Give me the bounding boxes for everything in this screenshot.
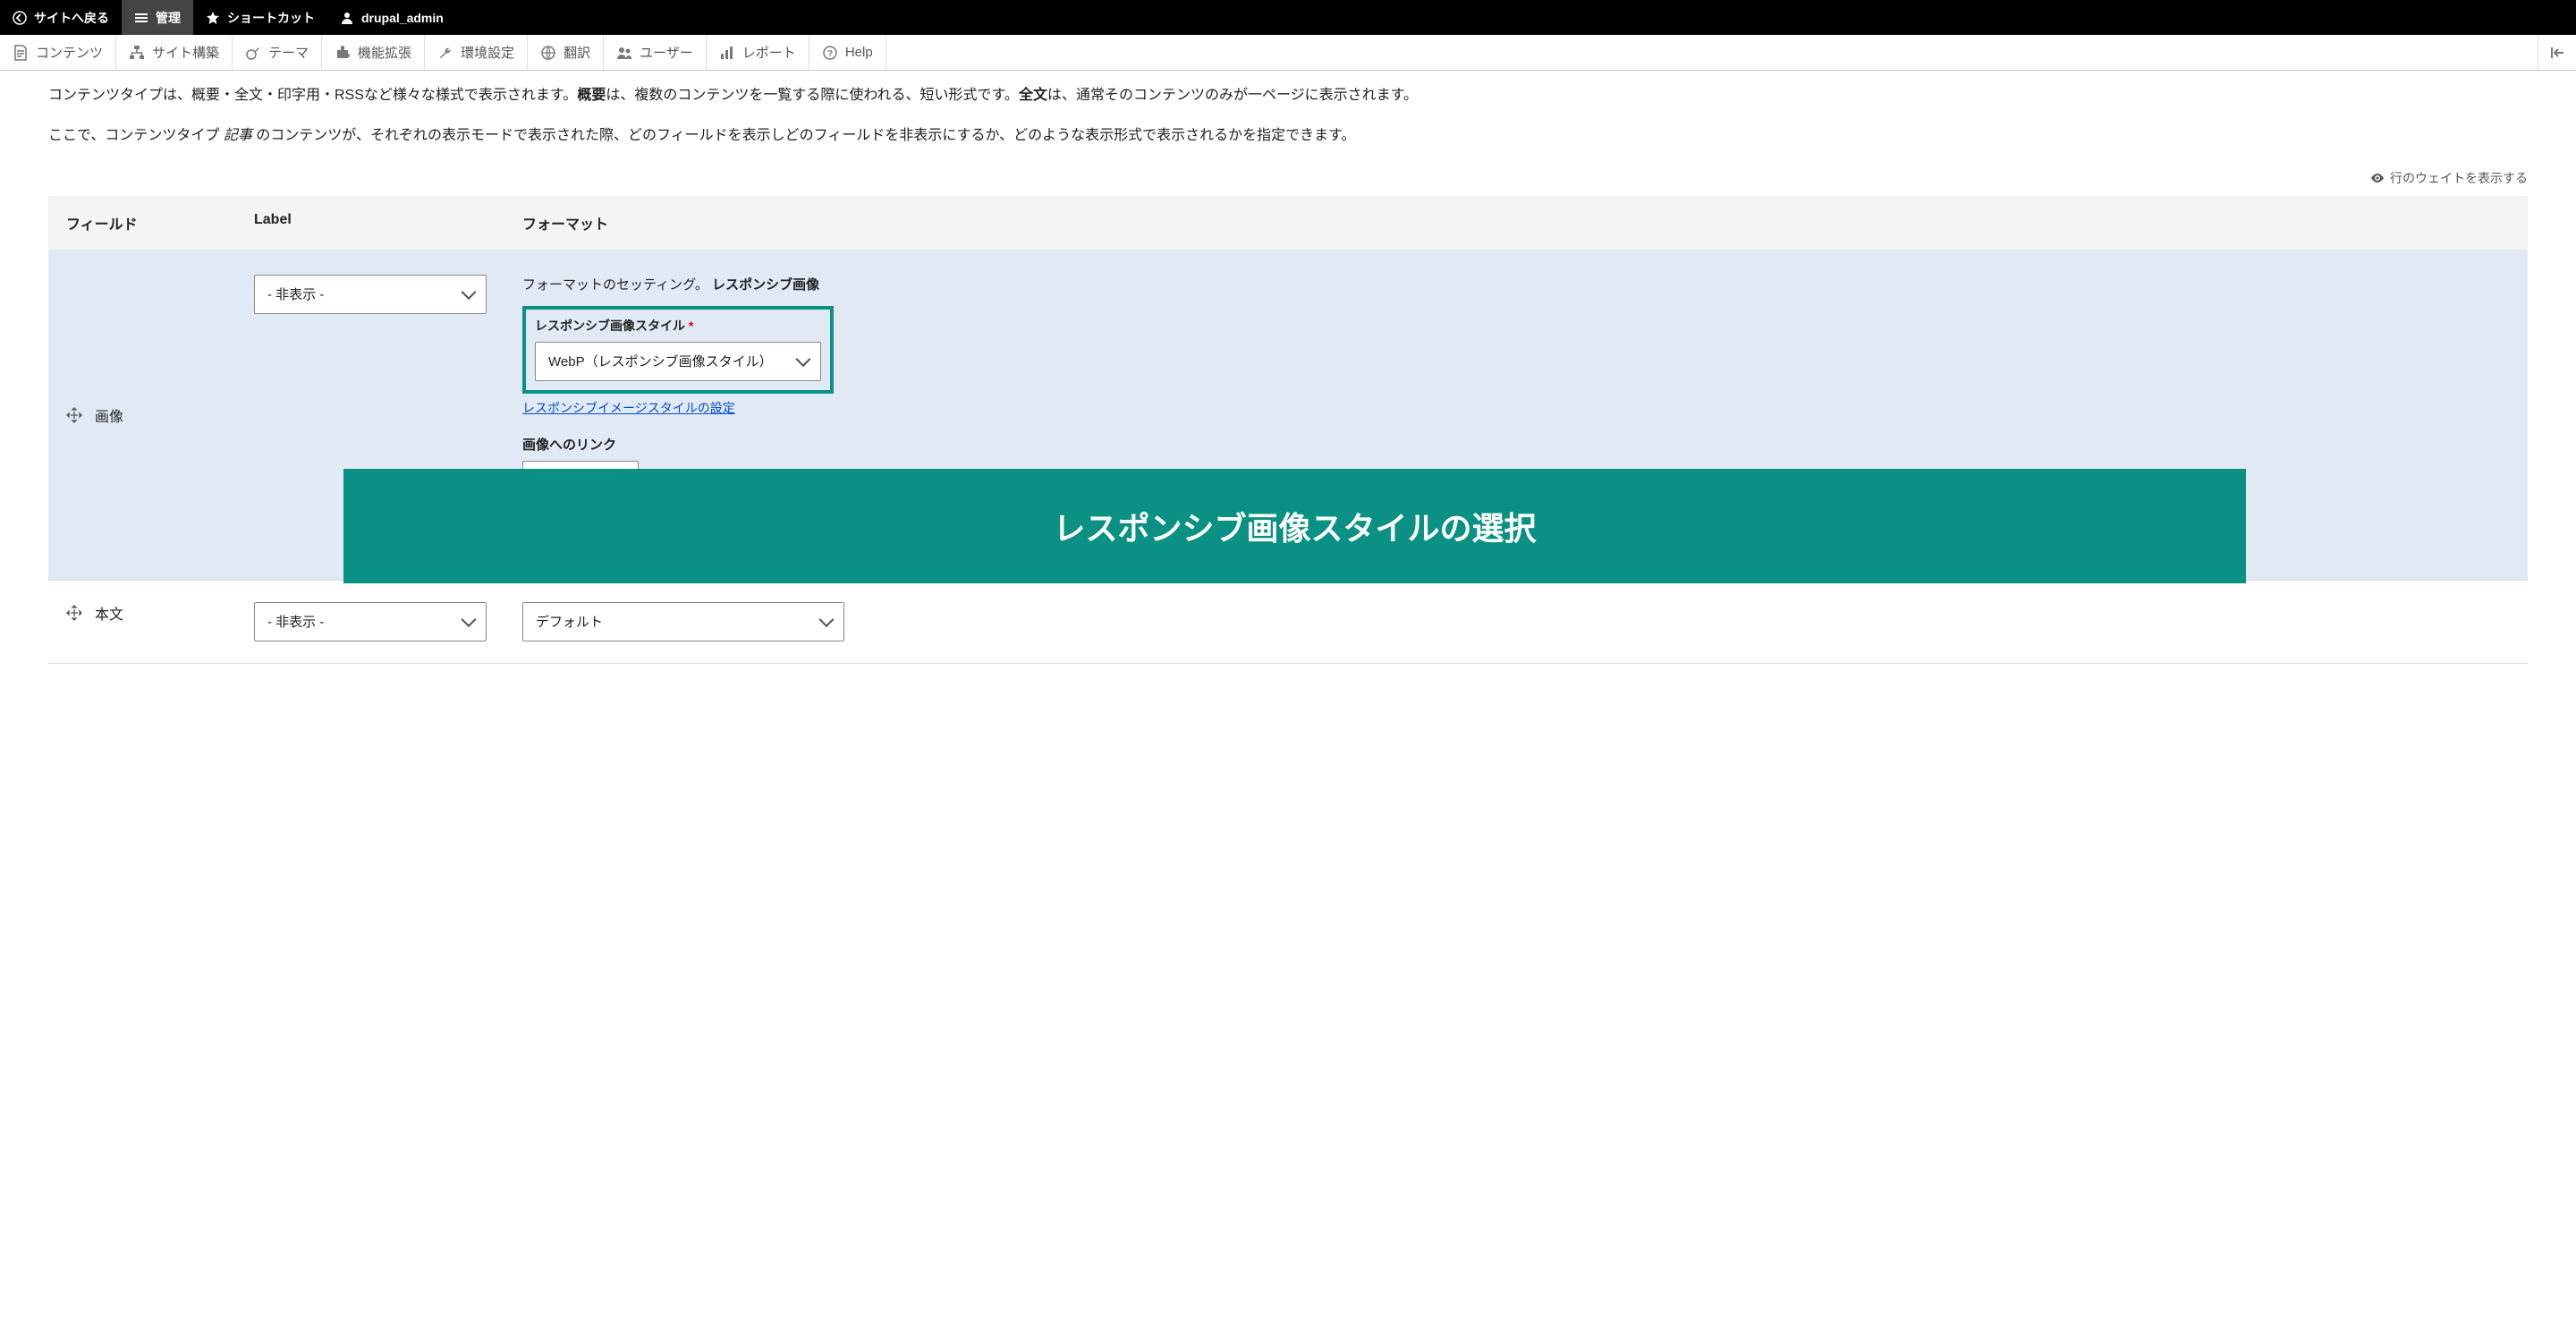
move-icon: [66, 407, 82, 423]
desc-p2-text-a: ここで、コンテンツタイプ: [48, 128, 224, 143]
toolbar-help[interactable]: ? Help: [809, 35, 886, 70]
toolbar-reports[interactable]: レポート: [707, 35, 809, 70]
show-row-weights-label: 行のウェイトを表示する: [2390, 169, 2528, 187]
description-p2: ここで、コンテンツタイプ 記事 のコンテンツが、それぞれの表示モードで表示された…: [48, 123, 2528, 148]
move-icon: [66, 605, 82, 621]
responsive-style-config-link[interactable]: レスポンシブイメージスタイルの設定: [522, 399, 735, 417]
reports-icon: [719, 45, 735, 61]
back-to-site-label: サイトへ戻る: [34, 9, 109, 27]
cell-format-image: フォーマットのセッティング。 レスポンシブ画像 レスポンシブ画像スタイル * W…: [522, 275, 2510, 500]
toolbar-appearance[interactable]: テーマ: [233, 35, 322, 70]
field-name-image: 画像: [95, 404, 123, 426]
desc-p1-bold-b: 概要: [577, 88, 606, 103]
toolbar-translation[interactable]: 翻訳: [528, 35, 604, 70]
toolbar-configuration-label: 環境設定: [461, 43, 514, 62]
drag-handle[interactable]: [66, 407, 82, 423]
toolbar-configuration[interactable]: 環境設定: [425, 35, 528, 70]
toolbar-content[interactable]: コンテンツ: [0, 35, 116, 70]
toolbar-translation-label: 翻訳: [564, 43, 590, 62]
user-button[interactable]: drupal_admin: [327, 0, 456, 35]
extend-icon: [335, 45, 351, 61]
desc-p1-text-c: は、複数のコンテンツを一覧する際に使われる、短い形式です。: [606, 88, 1019, 103]
structure-icon: [129, 45, 145, 61]
cell-label-image: - 非表示 -: [254, 275, 522, 314]
responsive-style-label-text: レスポンシブ画像スタイル: [535, 319, 685, 333]
appearance-icon: [245, 45, 261, 61]
toolbar-reports-label: レポート: [742, 43, 796, 62]
menu-icon: [134, 11, 148, 25]
format-select-body[interactable]: デフォルト: [522, 602, 844, 641]
star-icon: [206, 11, 220, 25]
label-select-image[interactable]: - 非表示 -: [254, 275, 487, 314]
link-to-image-label: 画像へのリンク: [522, 435, 2510, 454]
user-icon: [340, 11, 354, 25]
drag-handle[interactable]: [66, 605, 82, 621]
table-row-image: 画像 - 非表示 - フォーマットのセッティング。 レスポンシブ画像 レスポンシ…: [48, 250, 2528, 581]
toolbar-content-label: コンテンツ: [36, 43, 103, 62]
toolbar-people[interactable]: ユーザー: [604, 35, 707, 70]
back-to-site-button[interactable]: サイトへ戻る: [0, 0, 122, 35]
toolbar-extend-label: 機能拡張: [358, 43, 411, 62]
shortcuts-button[interactable]: ショートカット: [193, 0, 327, 35]
desc-p1-text-e: は、通常そのコンテンツのみが一ページに表示されます。: [1047, 88, 1418, 103]
toolbar-orientation-toggle[interactable]: [2538, 35, 2576, 70]
eye-icon: [2370, 171, 2385, 185]
format-settings-name: レスポンシブ画像: [712, 277, 819, 293]
responsive-style-label: レスポンシブ画像スタイル *: [535, 317, 821, 335]
people-icon: [616, 45, 632, 61]
admin-topbar: サイトへ戻る 管理 ショートカット drupal_admin: [0, 0, 2576, 35]
toolbar-people-label: ユーザー: [640, 43, 693, 62]
toolbar-structure[interactable]: サイト構築: [116, 35, 233, 70]
th-label: Label: [254, 212, 522, 234]
toolbar-help-label: Help: [845, 45, 873, 60]
field-display-table: フィールド Label フォーマット 画像 - 非表示 -: [48, 196, 2528, 664]
table-row-body: 本文 - 非表示 - デフォルト: [48, 581, 2528, 664]
responsive-style-select[interactable]: WebP（レスポンシブ画像スタイル）: [535, 342, 821, 381]
format-settings-prefix: フォーマットのセッティング。: [522, 277, 712, 293]
toolbar-extend[interactable]: 機能拡張: [322, 35, 425, 70]
translation-icon: [540, 45, 556, 61]
desc-p1-bold-d: 全文: [1019, 88, 1047, 103]
configuration-icon: [437, 45, 453, 61]
required-marker: *: [685, 319, 693, 333]
format-settings-heading: フォーマットのセッティング。 レスポンシブ画像: [522, 275, 2510, 293]
user-label: drupal_admin: [361, 11, 444, 25]
cell-field-image: 画像: [66, 404, 254, 426]
toolbar-spacer: [886, 35, 2538, 70]
toolbar-appearance-label: テーマ: [268, 43, 309, 62]
desc-p2-text-c: のコンテンツが、それぞれの表示モードで表示された際、どのフィールドを表示しどのフ…: [252, 128, 1356, 143]
manage-label: 管理: [156, 9, 181, 27]
show-row-weights-link[interactable]: 行のウェイトを表示する: [48, 164, 2528, 196]
content-icon: [13, 45, 29, 61]
label-select-body[interactable]: - 非表示 -: [254, 602, 487, 641]
cell-label-body: - 非表示 -: [254, 602, 522, 641]
tray-toggle-icon: [2549, 45, 2565, 61]
th-field: フィールド: [66, 212, 254, 234]
th-format: フォーマット: [522, 212, 2510, 234]
toolbar-structure-label: サイト構築: [152, 43, 219, 62]
desc-p2-italic-b: 記事: [224, 128, 252, 143]
table-header: フィールド Label フォーマット: [48, 196, 2528, 250]
admin-toolbar: コンテンツ サイト構築 テーマ 機能拡張 環境設定 翻訳 ユーザー レポート ?…: [0, 35, 2576, 71]
shortcuts-label: ショートカット: [227, 9, 315, 27]
svg-text:?: ?: [827, 49, 833, 59]
manage-button[interactable]: 管理: [122, 0, 193, 35]
annotation-banner: レスポンシブ画像スタイルの選択: [343, 469, 2246, 583]
responsive-style-highlight: レスポンシブ画像スタイル * WebP（レスポンシブ画像スタイル）: [522, 306, 834, 394]
back-arrow-icon: [13, 11, 27, 25]
desc-p1-text-a: コンテンツタイプは、概要・全文・印字用・RSSなど様々な様式で表示されます。: [48, 88, 577, 103]
cell-field-body: 本文: [66, 602, 254, 624]
cell-format-body: デフォルト: [522, 602, 2510, 641]
page-content: コンテンツタイプは、概要・全文・印字用・RSSなど様々な様式で表示されます。概要…: [0, 71, 2576, 664]
field-name-body: 本文: [95, 602, 123, 624]
description-p1: コンテンツタイプは、概要・全文・印字用・RSSなど様々な様式で表示されます。概要…: [48, 83, 2528, 107]
help-icon: ?: [822, 45, 838, 61]
